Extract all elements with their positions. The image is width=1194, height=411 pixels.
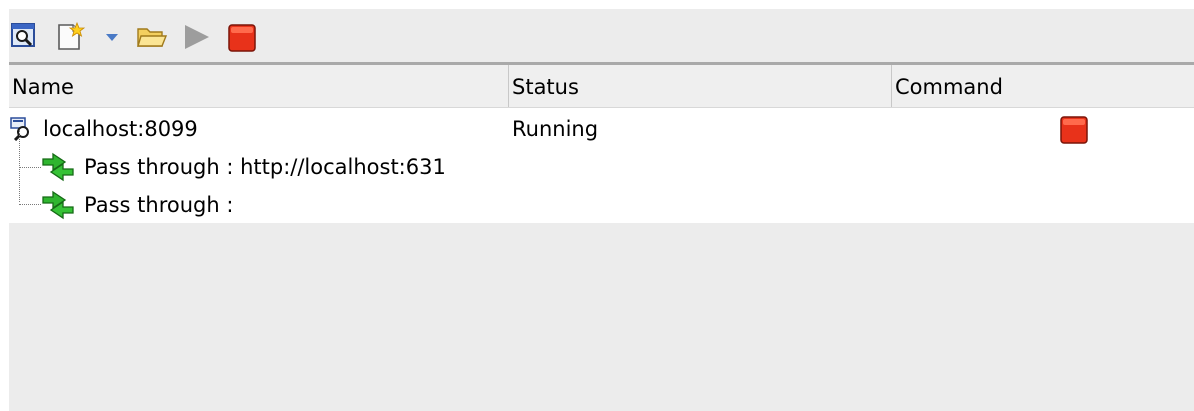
tree-table: localhost:8099 Running Pass through : ht… (9, 108, 1194, 223)
run-icon[interactable] (183, 24, 211, 54)
open-folder-icon[interactable] (137, 25, 167, 55)
pass-through-icon (41, 190, 75, 225)
column-name-header[interactable]: Name (9, 65, 508, 107)
pass-through-icon (41, 152, 75, 187)
column-command-header[interactable]: Command (891, 65, 1194, 107)
new-icon[interactable] (56, 22, 86, 52)
pass-through-label: Pass through : http://localhost:631 (84, 155, 446, 179)
pass-through-label: Pass through : (84, 193, 234, 217)
empty-table-area (9, 223, 1194, 411)
table-header: Name Status Command (9, 65, 1194, 108)
column-status-header[interactable]: Status (508, 65, 891, 107)
server-inspect-icon (10, 117, 34, 146)
stop-icon[interactable] (1060, 116, 1088, 149)
proxy-panel: Name Status Command localhost:8099 Runni… (9, 9, 1194, 411)
dropdown-arrow-icon[interactable] (105, 33, 119, 63)
inspect-icon[interactable] (11, 22, 37, 52)
table-row[interactable]: Pass through : (9, 184, 1194, 222)
table-row[interactable]: localhost:8099 Running (9, 108, 1194, 146)
server-status: Running (512, 117, 599, 141)
stop-icon[interactable] (228, 24, 256, 54)
server-name: localhost:8099 (43, 117, 198, 141)
table-row[interactable]: Pass through : http://localhost:631 (9, 146, 1194, 184)
toolbar (9, 9, 1194, 61)
